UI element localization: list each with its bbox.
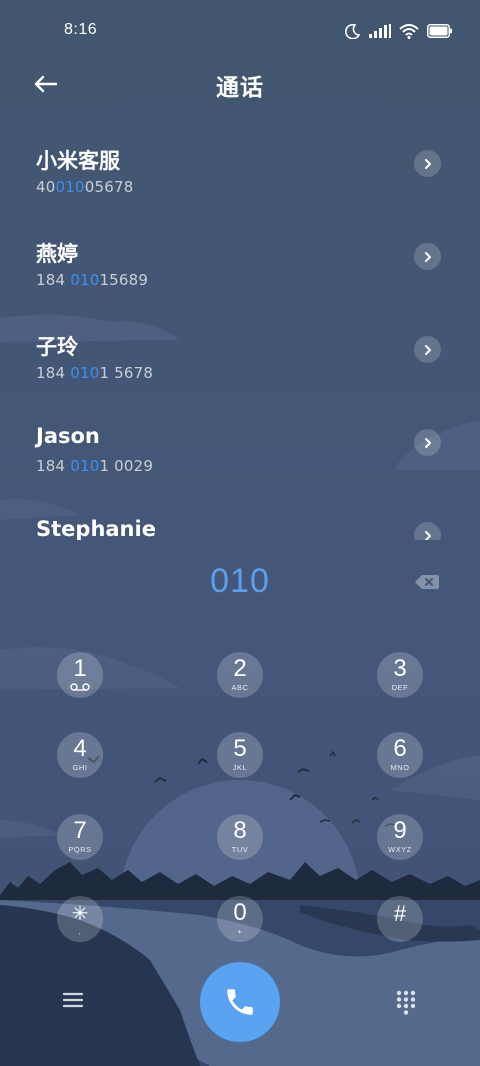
key-digit: ✳ (71, 903, 89, 925)
key-letters: + (237, 927, 243, 936)
key-8[interactable]: 8 TUV (217, 814, 263, 860)
key-digit: 8 (233, 817, 247, 844)
dialpad-toggle-button[interactable] (396, 990, 416, 1016)
key-digit: 1 (73, 655, 87, 682)
key-letters: JKL (232, 763, 248, 772)
number-prefix: 184 (36, 457, 71, 475)
key-digit: 9 (393, 817, 407, 844)
key-letters: TUV (231, 845, 249, 854)
menu-icon (62, 992, 84, 1008)
key-digit: 6 (393, 735, 407, 762)
number-match-highlight: 010 (70, 457, 100, 475)
key-6[interactable]: 6 MNO (377, 732, 423, 778)
bottom-bar (0, 960, 480, 1044)
key-digit: 0 (233, 899, 247, 926)
key-letters: MNO (390, 763, 410, 772)
contact-name: 子玲 (36, 335, 78, 359)
phone-icon (227, 989, 253, 1015)
key-digit: 4 (73, 735, 87, 762)
chevron-right-icon (424, 251, 431, 262)
key-1[interactable]: 1 (57, 652, 103, 698)
key-digit: # (393, 901, 407, 926)
key-digit: 2 (233, 655, 247, 682)
contact-detail-button[interactable] (414, 522, 441, 540)
dial-display: 010 (0, 560, 480, 610)
number-match-highlight: 010 (55, 178, 85, 196)
signal-icon (369, 24, 391, 38)
contact-item[interactable]: 燕婷 184 01015689 (0, 208, 480, 301)
key-letters: DEF (391, 683, 409, 692)
contact-detail-button[interactable] (414, 429, 441, 456)
key-star[interactable]: ✳ , (57, 896, 103, 942)
contact-detail-button[interactable] (414, 336, 441, 363)
status-bar: 8:16 (0, 0, 480, 62)
contact-name: 小米客服 (36, 149, 120, 173)
contact-item[interactable]: 小米客服 4001005678 (0, 115, 480, 208)
page-title: 通话 (216, 75, 264, 101)
key-hash[interactable]: # (377, 896, 423, 942)
chevron-right-icon (424, 437, 431, 448)
contact-name: Stephanie (36, 517, 156, 540)
contact-number: 184 0101 0029 (36, 457, 153, 475)
contact-detail-button[interactable] (414, 243, 441, 270)
contact-item[interactable]: 子玲 184 0101 5678 (0, 301, 480, 394)
key-9[interactable]: 9 WXYZ (377, 814, 423, 860)
contact-item[interactable]: Jason 184 0101 0029 (0, 394, 480, 487)
chevron-right-icon (424, 158, 431, 169)
key-letters: , (78, 927, 82, 936)
moon-icon (345, 23, 361, 39)
key-digit: 7 (73, 817, 87, 844)
number-suffix: 05678 (84, 178, 134, 196)
number-suffix: 1 5678 (99, 364, 154, 382)
key-3[interactable]: 3 DEF (377, 652, 423, 698)
chevron-right-icon (424, 344, 431, 355)
number-prefix: 184 (36, 364, 71, 382)
key-letters: ABC (231, 683, 249, 692)
number-match-highlight: 010 (70, 271, 100, 289)
number-suffix: 1 0029 (99, 457, 154, 475)
contact-name: Jason (36, 424, 100, 448)
dialpad-icon (396, 990, 416, 1015)
contact-number: 4001005678 (36, 178, 133, 196)
contact-list[interactable]: 小米客服 4001005678 燕婷 184 01015689 子玲 184 0… (0, 115, 480, 540)
wifi-icon (399, 23, 419, 39)
contact-number: 184 0101 5678 (36, 364, 153, 382)
dial-input[interactable]: 010 (0, 562, 480, 601)
contact-name: 燕婷 (36, 242, 78, 266)
key-letters: GHI (72, 763, 88, 772)
backspace-icon (415, 575, 439, 589)
key-letters: WXYZ (388, 845, 412, 854)
key-digit: 5 (233, 735, 247, 762)
key-4[interactable]: 4 GHI (57, 732, 103, 778)
key-0[interactable]: 0 + (217, 896, 263, 942)
key-letters: PQRS (68, 845, 92, 854)
number-prefix: 184 (36, 271, 71, 289)
number-suffix: 15689 (99, 271, 149, 289)
key-5[interactable]: 5 JKL (217, 732, 263, 778)
voicemail-icon (70, 683, 90, 691)
contact-detail-button[interactable] (414, 150, 441, 177)
menu-button[interactable] (62, 990, 84, 1010)
header: 通话 (0, 62, 480, 106)
status-time: 8:16 (64, 21, 98, 38)
backspace-button[interactable] (414, 572, 440, 592)
call-button[interactable] (200, 962, 280, 1042)
battery-icon (427, 24, 452, 38)
chevron-right-icon (424, 530, 431, 540)
key-2[interactable]: 2 ABC (217, 652, 263, 698)
contact-item[interactable]: Stephanie (0, 487, 480, 540)
status-icons (345, 22, 452, 40)
number-match-highlight: 010 (70, 364, 100, 382)
key-7[interactable]: 7 PQRS (57, 814, 103, 860)
key-digit: 3 (393, 655, 407, 682)
number-prefix: 40 (36, 178, 56, 196)
contact-number: 184 01015689 (36, 271, 148, 289)
